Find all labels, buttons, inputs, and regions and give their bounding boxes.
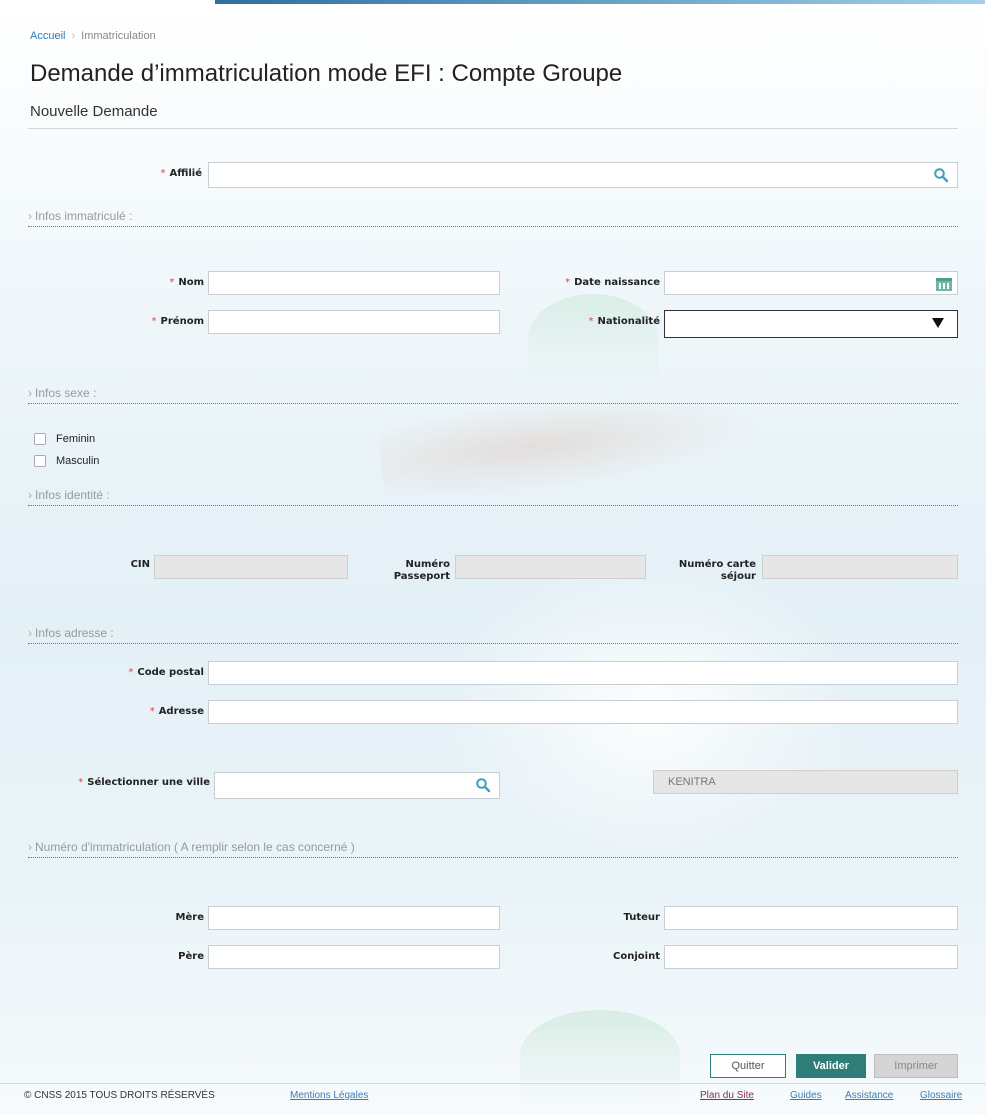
dropdown-arrow-icon[interactable] bbox=[932, 318, 944, 328]
footer-assistance-link[interactable]: Assistance bbox=[845, 1090, 893, 1101]
footer-mentions-link[interactable]: Mentions Légales bbox=[290, 1090, 368, 1101]
carte-sejour-input bbox=[762, 555, 958, 579]
sexe-option-masculin[interactable]: Masculin bbox=[34, 455, 99, 467]
passeport-input bbox=[455, 555, 646, 579]
title-divider bbox=[28, 128, 958, 129]
tuteur-label: Tuteur bbox=[623, 912, 660, 923]
ville-label: * Sélectionner une ville bbox=[78, 777, 210, 788]
quit-button[interactable]: Quitter bbox=[710, 1054, 786, 1078]
cin-label: CIN bbox=[130, 559, 150, 570]
top-accent-bar bbox=[215, 0, 985, 4]
masculin-label: Masculin bbox=[56, 455, 100, 467]
carte-sejour-label: Numéro carte séjour bbox=[678, 559, 756, 582]
prenom-input[interactable] bbox=[208, 310, 500, 334]
feminin-label: Feminin bbox=[56, 433, 96, 445]
nom-input[interactable] bbox=[208, 271, 500, 295]
page-subtitle: Nouvelle Demande bbox=[30, 103, 158, 120]
breadcrumb: Accueil › Immatriculation bbox=[30, 30, 156, 42]
footer-divider bbox=[0, 1083, 986, 1084]
section-infos-sexe: › Infos sexe : bbox=[28, 386, 958, 404]
footer-guides-link[interactable]: Guides bbox=[790, 1090, 822, 1101]
code-postal-label: * Code postal bbox=[128, 667, 204, 678]
search-icon[interactable] bbox=[933, 167, 949, 183]
ville-selected-display bbox=[653, 770, 958, 794]
calendar-icon[interactable] bbox=[935, 276, 953, 292]
print-button[interactable]: Imprimer bbox=[874, 1054, 958, 1078]
sexe-option-feminin[interactable]: Feminin bbox=[34, 433, 95, 445]
prenom-label: * Prénom bbox=[151, 316, 204, 327]
affilie-input[interactable] bbox=[208, 162, 958, 188]
date-naissance-label: * Date naissance bbox=[565, 277, 660, 288]
validate-button[interactable]: Valider bbox=[796, 1054, 866, 1078]
date-naissance-input[interactable] bbox=[664, 271, 958, 295]
footer-copyright: © CNSS 2015 TOUS DROITS RÉSERVÉS bbox=[24, 1090, 215, 1101]
conjoint-label: Conjoint bbox=[613, 951, 660, 962]
background-sphere bbox=[528, 294, 658, 384]
breadcrumb-current: Immatriculation bbox=[81, 30, 156, 42]
mere-input[interactable] bbox=[208, 906, 500, 930]
background-sphere-bottom bbox=[520, 1010, 680, 1100]
search-icon[interactable] bbox=[475, 777, 491, 793]
section-infos-identite: › Infos identité : bbox=[28, 488, 958, 506]
page-title: Demande d’immatriculation mode EFI : Com… bbox=[30, 60, 623, 87]
adresse-label: * Adresse bbox=[149, 706, 204, 717]
cin-input bbox=[154, 555, 348, 579]
section-infos-immatricule: › Infos immatriculé : bbox=[28, 209, 958, 227]
nationalite-label: * Nationalité bbox=[588, 316, 660, 327]
mere-label: Mère bbox=[175, 912, 204, 923]
radio-masculin[interactable] bbox=[34, 455, 46, 467]
pere-label: Père bbox=[178, 951, 204, 962]
code-postal-input[interactable] bbox=[208, 661, 958, 685]
nationalite-select[interactable] bbox=[664, 310, 958, 338]
breadcrumb-home-link[interactable]: Accueil bbox=[30, 30, 65, 42]
section-infos-adresse: › Infos adresse : bbox=[28, 626, 958, 644]
section-numero-immatriculation: › Numéro d'immatriculation ( A remplir se… bbox=[28, 840, 958, 858]
ville-input[interactable] bbox=[214, 772, 500, 799]
affilie-label: * Affilié bbox=[160, 168, 202, 179]
radio-feminin[interactable] bbox=[34, 433, 46, 445]
pere-input[interactable] bbox=[208, 945, 500, 969]
breadcrumb-separator: › bbox=[71, 30, 76, 42]
footer-glossaire-link[interactable]: Glossaire bbox=[920, 1090, 962, 1101]
adresse-input[interactable] bbox=[208, 700, 958, 724]
conjoint-input[interactable] bbox=[664, 945, 958, 969]
tuteur-input[interactable] bbox=[664, 906, 958, 930]
passeport-label: Numéro Passeport bbox=[393, 559, 450, 582]
footer-plan-link[interactable]: Plan du Site bbox=[700, 1090, 754, 1101]
nom-label: * Nom bbox=[169, 277, 204, 288]
